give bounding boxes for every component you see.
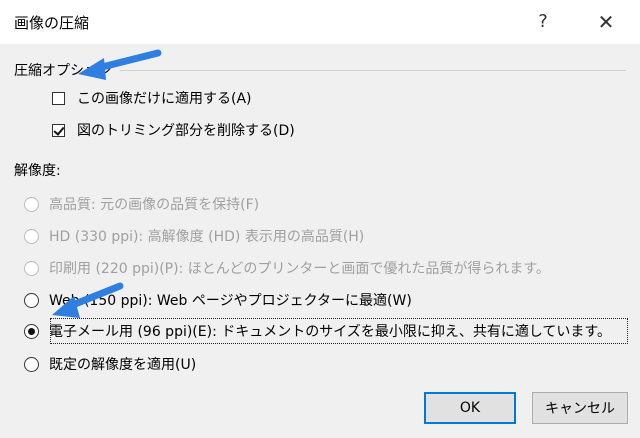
radio-label: HD (330 ppi): 高解像度 (HD) 表示用の高品質(H) (49, 229, 365, 245)
radio-button[interactable] (24, 260, 39, 276)
help-button[interactable]: ? (528, 8, 558, 36)
radio-label: 高品質: 元の画像の品質を保持(F) (49, 197, 260, 213)
radio-email[interactable]: 電子メール用 (96 ppi)(E): ドキュメントのサイズを最小限に抑え、共有… (24, 319, 611, 343)
radio-button[interactable] (24, 292, 39, 308)
apply-only-label: この画像だけに適用する(A) (77, 91, 252, 107)
radio-button[interactable] (24, 323, 39, 339)
radio-button[interactable] (24, 356, 39, 372)
apply-only-checkbox[interactable] (52, 91, 65, 105)
radio-button[interactable] (24, 196, 39, 212)
radio-label: 既定の解像度を適用(U) (49, 357, 197, 373)
radio-default[interactable]: 既定の解像度を適用(U) (24, 352, 196, 376)
group-divider (120, 70, 626, 71)
ok-button[interactable]: OK (424, 392, 516, 424)
dialog-title: 画像の圧縮 (14, 14, 90, 32)
title-bar: 画像の圧縮 ? ✕ (0, 0, 640, 44)
cancel-button[interactable]: キャンセル (532, 392, 628, 424)
radio-button[interactable] (24, 228, 39, 244)
radio-label: 電子メール用 (96 ppi)(E): ドキュメントのサイズを最小限に抑え、共有… (49, 324, 611, 340)
delete-cropped-label: 図のトリミング部分を削除する(D) (77, 123, 295, 139)
radio-high-fidelity[interactable]: 高品質: 元の画像の品質を保持(F) (24, 192, 259, 216)
radio-label: Web (150 ppi): Web ページやプロジェクターに最適(W) (49, 293, 412, 309)
delete-cropped-checkbox[interactable] (52, 123, 65, 137)
resolution-heading: 解像度: (14, 163, 61, 179)
compression-options-heading: 圧縮オプション (14, 63, 112, 79)
radio-hd[interactable]: HD (330 ppi): 高解像度 (HD) 表示用の高品質(H) (24, 224, 364, 248)
delete-cropped-option[interactable]: 図のトリミング部分を削除する(D) (52, 118, 295, 142)
close-button[interactable]: ✕ (591, 8, 621, 36)
radio-print[interactable]: 印刷用 (220 ppi)(P): ほとんどのプリンターと画面で優れた品質が得ら… (24, 256, 550, 280)
radio-label: 印刷用 (220 ppi)(P): ほとんどのプリンターと画面で優れた品質が得ら… (49, 261, 550, 277)
apply-only-option[interactable]: この画像だけに適用する(A) (52, 86, 252, 110)
radio-web[interactable]: Web (150 ppi): Web ページやプロジェクターに最適(W) (24, 288, 412, 312)
